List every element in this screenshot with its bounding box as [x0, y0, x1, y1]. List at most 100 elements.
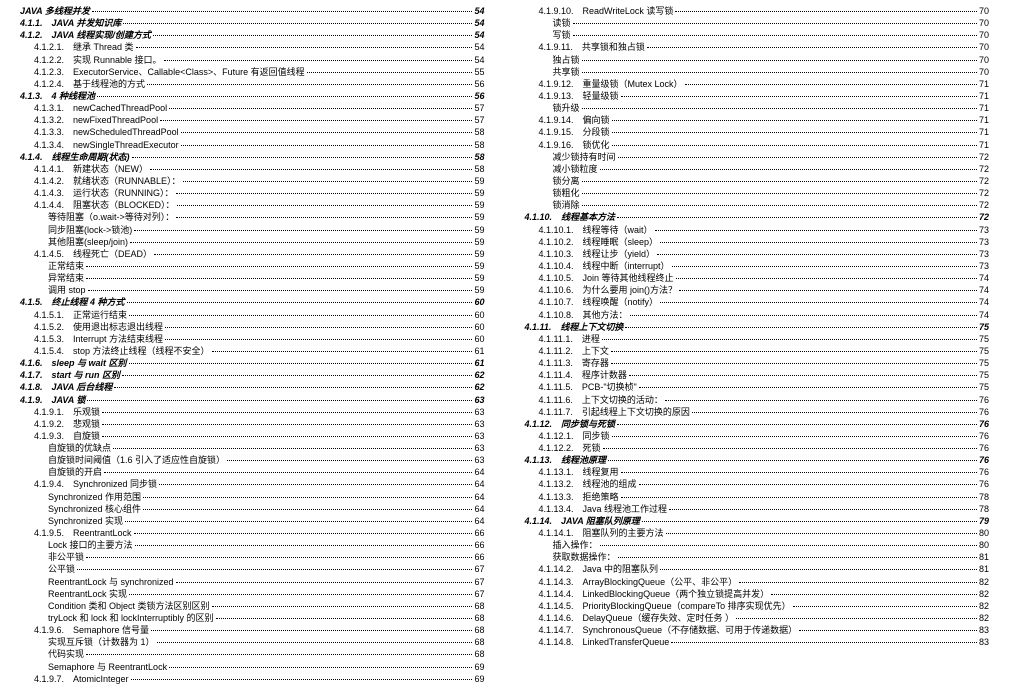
toc-label: 等待阻塞（o.wait->等待对列）： — [48, 211, 174, 223]
toc-label: 4.1.9.10. ReadWriteLock 读写锁 — [539, 5, 674, 17]
toc-leader — [660, 242, 977, 243]
toc-page-number: 63 — [474, 442, 484, 454]
toc-leader — [77, 569, 472, 570]
toc-leader — [227, 460, 472, 461]
toc-label: 4.1.14.4. LinkedBlockingQueue（两个独立锁提高并发） — [539, 588, 770, 600]
toc-label: 4.1.9.15. 分段锁 — [539, 126, 610, 138]
toc-leader — [97, 96, 472, 97]
toc-entry: 4.1.9.12. 重量级锁（Mutex Lock）71 — [525, 78, 990, 90]
toc-leader — [655, 230, 977, 231]
toc-entry: 4.1.12.1. 同步锁76 — [525, 430, 990, 442]
toc-label: 4.1.9.13. 轻量级锁 — [539, 90, 619, 102]
toc-page-number: 68 — [474, 612, 484, 624]
toc-entry: 4.1.14.1. 阻塞队列的主要方法80 — [525, 527, 990, 539]
toc-label: 4.1.2.4. 基于线程池的方式 — [34, 78, 145, 90]
toc-entry: 4.1.5. 终止线程 4 种方式60 — [20, 296, 485, 308]
toc-page-number: 67 — [474, 588, 484, 600]
toc-label: 4.1.10.6. 为什么要用 join()方法？ — [539, 284, 678, 296]
toc-leader — [86, 266, 472, 267]
toc-page-number: 57 — [474, 102, 484, 114]
toc-page-number: 64 — [474, 478, 484, 490]
toc-label: 4.1.14.2. Java 中的阻塞队列 — [539, 563, 659, 575]
toc-page-number: 59 — [474, 272, 484, 284]
toc-leader — [611, 363, 977, 364]
toc-page-number: 54 — [474, 41, 484, 53]
toc-leader — [102, 436, 472, 437]
toc-label: 4.1.14.8. LinkedTransferQueue — [539, 636, 670, 648]
toc-leader — [771, 594, 977, 595]
toc-leader — [176, 193, 473, 194]
toc-entry: 4.1.11.1. 进程75 — [525, 333, 990, 345]
toc-leader — [92, 11, 473, 12]
toc-page-number: 78 — [979, 503, 989, 515]
toc-leader — [165, 327, 472, 328]
toc-label: 4.1.9.16. 锁优化 — [539, 139, 610, 151]
toc-label: 共享锁 — [553, 66, 580, 78]
toc-entry: 4.1.10.4. 线程中断（interrupt）73 — [525, 260, 990, 272]
toc-leader — [129, 315, 472, 316]
toc-label: 正常结束 — [48, 260, 84, 272]
left-column: JAVA 多线程并发544.1.1. JAVA 并发知识库544.1.2. JA… — [0, 0, 505, 663]
toc-label: Condition 类和 Object 类锁方法区别区别 — [48, 600, 210, 612]
toc-leader — [147, 84, 472, 85]
toc-leader — [212, 351, 473, 352]
toc-entry: 实现互斥锁（计数器为 1）68 — [20, 636, 485, 648]
toc-label: ReentrantLock 实现 — [48, 588, 127, 600]
toc-leader — [132, 157, 473, 158]
toc-label: 4.1.11.2. 上下文 — [539, 345, 609, 357]
toc-entry: 正常结束59 — [20, 260, 485, 272]
toc-leader — [153, 35, 473, 36]
toc-label: 4.1.10. 线程基本方法 — [525, 211, 616, 223]
toc-leader — [621, 472, 977, 473]
toc-label: 4.1.12.2. 死锁 — [539, 442, 601, 454]
toc-label: 4.1.2.1. 继承 Thread 类 — [34, 41, 134, 53]
toc-page-number: 75 — [979, 369, 989, 381]
toc-leader — [642, 521, 977, 522]
toc-leader — [630, 315, 977, 316]
toc-entry: 4.1.3.4. newSingleThreadExecutor58 — [20, 139, 485, 151]
toc-leader — [307, 72, 473, 73]
toc-leader — [136, 47, 473, 48]
toc-page-number: 69 — [474, 673, 484, 685]
toc-leader — [793, 606, 977, 607]
toc-label: 插入操作： — [553, 539, 598, 551]
toc-label: 4.1.9.14. 偏向锁 — [539, 114, 610, 126]
toc-page-number: 58 — [474, 126, 484, 138]
toc-label: 锁粗化 — [553, 187, 580, 199]
toc-leader — [611, 351, 977, 352]
toc-entry: 4.1.5.4. stop 方法终止线程（线程不安全）61 — [20, 345, 485, 357]
toc-page-number: 64 — [474, 491, 484, 503]
toc-label: tryLock 和 lock 和 lockInterruptibly 的区别 — [48, 612, 214, 624]
toc-label: 调用 stop — [48, 284, 86, 296]
toc-entry: Synchronized 实现64 — [20, 515, 485, 527]
toc-leader — [799, 630, 977, 631]
toc-page-number: 70 — [979, 17, 989, 29]
toc-page-number: 83 — [979, 636, 989, 648]
toc-leader — [582, 181, 977, 182]
toc-leader — [582, 193, 977, 194]
toc-page: JAVA 多线程并发544.1.1. JAVA 并发知识库544.1.2. JA… — [0, 0, 1009, 663]
toc-page-number: 76 — [979, 430, 989, 442]
toc-entry: 4.1.10.3. 线程让步（yield）73 — [525, 248, 990, 260]
toc-leader — [165, 339, 472, 340]
toc-leader — [675, 11, 977, 12]
toc-leader — [647, 47, 977, 48]
toc-entry: 4.1.14.5. PriorityBlockingQueue（compareT… — [525, 600, 990, 612]
toc-entry: 4.1.6. sleep 与 wait 区别61 — [20, 357, 485, 369]
toc-leader — [125, 521, 472, 522]
toc-page-number: 76 — [979, 418, 989, 430]
toc-leader — [657, 254, 977, 255]
toc-leader — [660, 302, 977, 303]
toc-page-number: 58 — [474, 163, 484, 175]
toc-page-number: 74 — [979, 272, 989, 284]
toc-leader — [176, 217, 472, 218]
toc-label: 4.1.13.2. 线程池的组成 — [539, 478, 637, 490]
toc-entry: 4.1.2.1. 继承 Thread 类 54 — [20, 41, 485, 53]
toc-label: 4.1.2.2. 实现 Runnable 接口。 — [34, 54, 162, 66]
toc-page-number: 59 — [474, 175, 484, 187]
toc-page-number: 76 — [979, 478, 989, 490]
toc-entry: 4.1.2.4. 基于线程池的方式56 — [20, 78, 485, 90]
toc-page-number: 59 — [474, 224, 484, 236]
toc-page-number: 59 — [474, 284, 484, 296]
toc-page-number: 54 — [474, 29, 484, 41]
